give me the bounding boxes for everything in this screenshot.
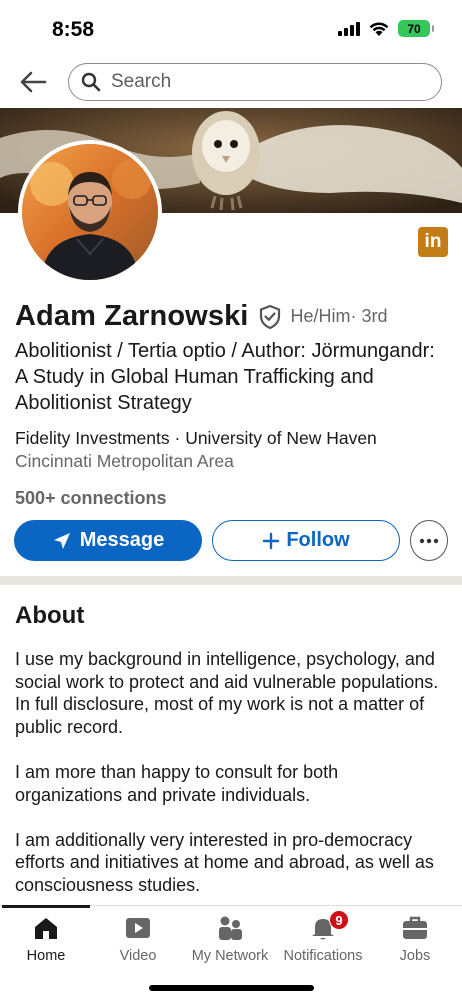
about-body: I use my background in intelligence, psy… (15, 648, 447, 919)
nav-label-jobs: Jobs (399, 948, 431, 964)
nav-notifications[interactable]: 9 Notifications (277, 910, 369, 964)
battery-level: 70 (407, 21, 421, 36)
status-icons: 70 (338, 20, 434, 37)
avatar-photo (22, 144, 158, 280)
connection-degree: · 3rd (350, 306, 388, 326)
profile-name: Adam Zarnowski (15, 300, 249, 332)
connections-count[interactable]: 500+ connections (15, 488, 167, 509)
status-time: 8:58 (52, 18, 95, 41)
nav-jobs[interactable]: Jobs (369, 914, 461, 964)
home-indicator (149, 985, 314, 991)
pronouns: He/Him (290, 306, 351, 326)
search-bar[interactable] (68, 63, 442, 101)
notification-count-badge: 9 (329, 910, 349, 930)
about-title: About (15, 602, 85, 629)
profile-affiliations[interactable]: Fidelity Investments · University of New… (15, 428, 377, 449)
follow-button-label: Follow (286, 529, 350, 551)
nav-label-my-network: My Network (191, 948, 269, 964)
nav-video[interactable]: Video (92, 914, 184, 964)
video-icon (126, 918, 150, 938)
search-input[interactable] (111, 71, 411, 93)
signal-icon (338, 21, 360, 36)
my-network-icon (219, 916, 242, 940)
nav-active-indicator (2, 905, 90, 908)
briefcase-icon (403, 916, 427, 939)
status-bar: 8:58 70 (0, 0, 462, 56)
search-icon (81, 72, 101, 92)
linkedin-badge-icon[interactable]: in (418, 227, 448, 257)
about-paragraph: I am more than happy to consult for both… (15, 761, 339, 805)
follow-button[interactable]: Follow (212, 520, 400, 561)
search-header (0, 62, 462, 102)
nav-label-video: Video (119, 948, 157, 964)
verified-shield-icon[interactable] (258, 304, 282, 330)
back-arrow-icon[interactable] (18, 68, 48, 96)
nav-home[interactable]: Home (0, 914, 92, 964)
nav-my-network[interactable]: My Network (184, 914, 276, 964)
home-icon (35, 918, 57, 939)
battery-icon: 70 (398, 20, 434, 37)
profile-name-row: Adam Zarnowski He/Him · 3rd (15, 300, 388, 333)
send-icon (53, 532, 70, 549)
nav-label-home: Home (26, 948, 66, 964)
wifi-icon (369, 22, 389, 36)
nav-label-notifications: Notifications (283, 948, 363, 964)
profile-headline: Abolitionist / Tertia optio / Author: Jö… (15, 340, 435, 414)
about-paragraph: I use my background in intelligence, psy… (15, 649, 439, 737)
profile-location: Cincinnati Metropolitan Area (15, 451, 234, 471)
message-button-label: Message (79, 529, 165, 551)
plus-icon (263, 532, 280, 549)
more-options-button[interactable] (410, 520, 448, 561)
message-button[interactable]: Message (14, 520, 202, 561)
more-dots-icon (419, 538, 439, 543)
profile-avatar[interactable] (18, 140, 162, 284)
section-divider (0, 576, 462, 585)
about-paragraph: I am additionally very interested in pro… (15, 829, 434, 895)
